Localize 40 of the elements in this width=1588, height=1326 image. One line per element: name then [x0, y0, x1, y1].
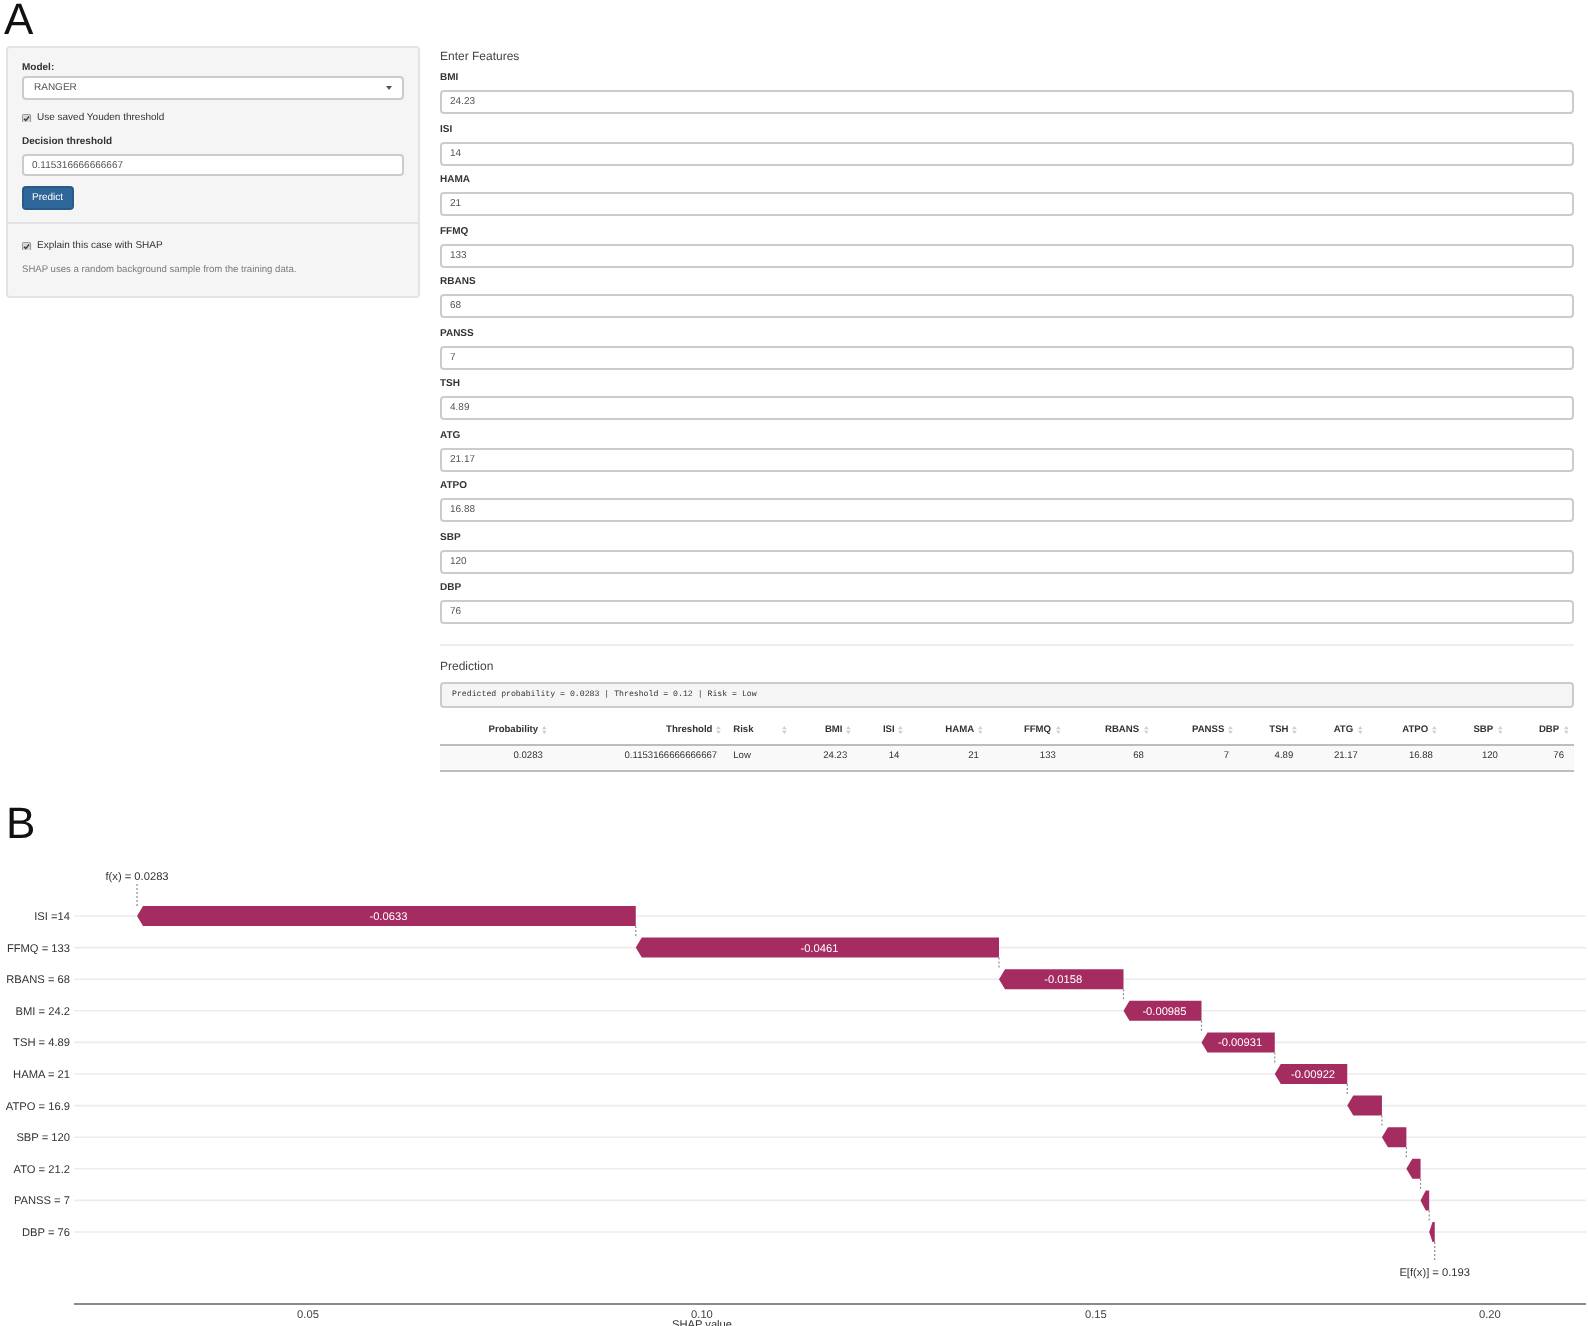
dotted-connector: [1122, 987, 1125, 1001]
sort-icon[interactable]: [782, 726, 788, 735]
checkbox[interactable]: [22, 241, 31, 251]
dotted-connector: [1381, 1114, 1383, 1127]
checkbox[interactable]: [22, 113, 31, 123]
sort-icon[interactable]: [846, 726, 852, 735]
sort-icon[interactable]: [1055, 726, 1060, 735]
sort-icon[interactable]: [1497, 726, 1502, 735]
sort-icon[interactable]: [716, 726, 722, 735]
dotted-connector: [635, 924, 637, 938]
waterfall-bar: [1429, 1221, 1435, 1241]
dotted-connector: [136, 882, 138, 906]
dotted-connector: [1419, 1177, 1422, 1190]
sort-icon[interactable]: [1292, 726, 1298, 735]
dotted-connector: [998, 956, 1000, 969]
waterfall-bar: [1201, 1031, 1275, 1052]
dotted-connector: [1346, 1082, 1348, 1096]
dotted-connector: [1200, 1019, 1203, 1032]
dotted-connector: [1274, 1050, 1276, 1064]
sort-icon[interactable]: [1432, 726, 1437, 735]
dotted-connector: [1405, 1145, 1407, 1159]
dotted-connector: [1428, 1208, 1430, 1222]
waterfall-bar: [1347, 1094, 1382, 1115]
caret-icon: [386, 86, 392, 90]
dotted-connector: [1434, 1240, 1436, 1262]
panel-letter: A: [4, 0, 34, 40]
waterfall-bar: [1274, 1063, 1348, 1083]
waterfall-bar: [1406, 1157, 1421, 1178]
sort-icon[interactable]: [978, 726, 983, 735]
waterfall-bar: [1420, 1189, 1430, 1210]
sort-icon[interactable]: [1563, 726, 1568, 735]
sort-icon[interactable]: [1357, 726, 1362, 735]
sort-icon[interactable]: [1143, 726, 1148, 735]
waterfall-bar: [1123, 999, 1202, 1020]
waterfall-bar: [1381, 1126, 1407, 1147]
panel-letter: B: [6, 803, 36, 843]
sort-icon[interactable]: [542, 726, 547, 735]
sort-icon[interactable]: [898, 726, 904, 735]
waterfall-bar: [999, 968, 1124, 989]
sort-icon[interactable]: [1228, 726, 1234, 735]
